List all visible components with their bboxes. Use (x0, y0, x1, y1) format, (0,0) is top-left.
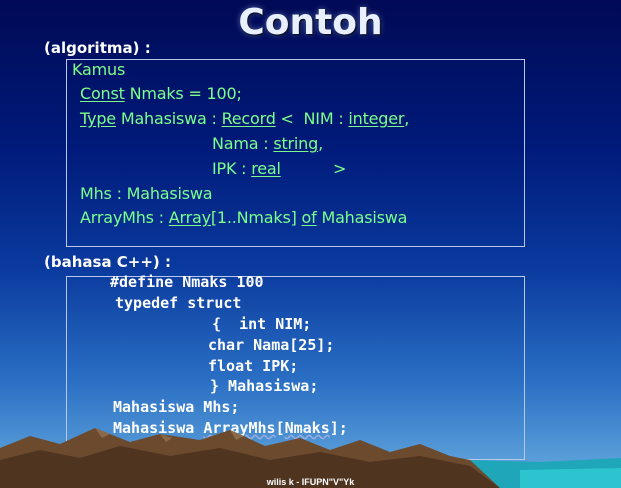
kamus-heading: Kamus (72, 60, 126, 79)
mhs-line: Mhs : Mahasiswa (80, 184, 213, 203)
of-keyword: of (301, 208, 317, 227)
const-line: Const Nmaks = 100; (80, 84, 242, 103)
record-keyword: Record (221, 109, 276, 128)
string-keyword: string (273, 134, 319, 153)
type-mid: Mahasiswa : (115, 109, 222, 128)
nama-line: Nama : string, (212, 134, 323, 153)
code-line-float: float IPK; (208, 357, 299, 375)
const-rest: Nmaks = 100; (124, 84, 242, 103)
slide: Contoh (algoritma) : Kamus Const Nmaks =… (0, 0, 621, 488)
type-line: Type Mahasiswa : Record < NIM : integer, (80, 109, 409, 128)
integer-keyword: integer (348, 109, 405, 128)
arraymhs-line: ArrayMhs : Array[1..Nmaks] of Mahasiswa (80, 208, 407, 227)
real-keyword: real (251, 159, 281, 178)
type-keyword: Type (80, 109, 116, 128)
nama-pre: Nama : (212, 134, 274, 153)
footer-credit: wilis k - IFUPN"V"Yk (266, 477, 355, 487)
ipk-line: IPK : real (212, 159, 281, 178)
cpp-label: (bahasa C++) : (44, 253, 172, 271)
arr-pre: ArrayMhs : (80, 208, 169, 227)
slide-title: Contoh (238, 2, 383, 43)
code-line-define: #define Nmaks 100 (110, 273, 264, 291)
code-line-char: char Nama[25]; (208, 336, 335, 354)
type-after-record: < NIM : (275, 109, 349, 128)
arr-post: Mahasiswa (316, 208, 408, 227)
comma-2: , (318, 134, 323, 153)
mountains-decoration (0, 428, 621, 488)
arr-mid: [1..Nmaks] (210, 208, 302, 227)
ipk-pre: IPK : (212, 159, 252, 178)
algoritma-label: (algoritma) : (44, 39, 151, 57)
comma-1: , (404, 109, 410, 128)
code-line-typedef: typedef struct (115, 294, 242, 312)
const-keyword: Const (80, 84, 125, 103)
code-line-int: { int NIM; (212, 315, 312, 333)
array-keyword: Array (168, 208, 211, 227)
code-line-close-struct: } Mahasiswa; (210, 377, 319, 395)
record-close: > (333, 159, 347, 178)
